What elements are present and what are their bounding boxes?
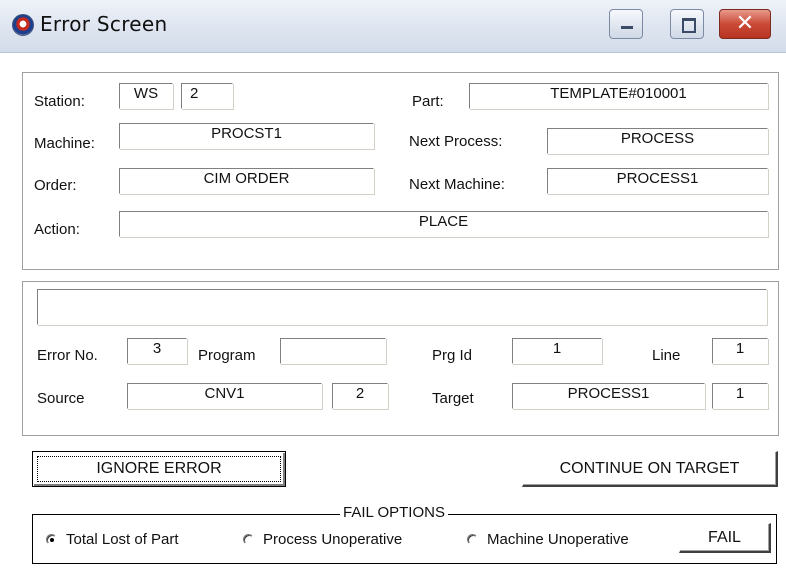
order-label: Order: xyxy=(34,177,77,194)
radio-unselected-icon xyxy=(243,534,254,545)
error-screen-window: Error Screen ✕ Station: WS 2 Machine: PR… xyxy=(0,0,786,584)
continue-on-target-button[interactable]: CONTINUE ON TARGET xyxy=(522,451,778,487)
machine-field: PROCST1 xyxy=(119,123,374,149)
station-code-field: WS xyxy=(119,83,173,109)
ignore-error-label: IGNORE ERROR xyxy=(96,460,222,477)
part-field: TEMPLATE#010001 xyxy=(469,83,768,109)
target-label: Target xyxy=(432,390,474,407)
radio-selected-icon xyxy=(46,534,57,545)
minimize-button[interactable] xyxy=(609,9,643,39)
error-no-label: Error No. xyxy=(37,347,98,364)
program-label: Program xyxy=(198,347,256,364)
part-label: Part: xyxy=(412,93,444,110)
app-logo-icon[interactable] xyxy=(12,14,34,36)
error-message-field xyxy=(37,289,767,325)
radio-unselected-icon xyxy=(467,534,478,545)
prg-id-label: Prg Id xyxy=(432,347,473,364)
radio-machine-unoperative[interactable]: Machine Unoperative xyxy=(467,531,629,548)
fail-label: FAIL xyxy=(708,529,741,546)
line-label: Line xyxy=(652,347,681,364)
program-field xyxy=(280,338,386,364)
target-field: PROCESS1 xyxy=(512,383,705,409)
target-number-field: 1 xyxy=(712,383,768,409)
fail-options-legend: FAIL OPTIONS xyxy=(340,504,448,521)
source-number-field: 2 xyxy=(332,383,388,409)
close-icon: ✕ xyxy=(735,11,755,36)
order-field: CIM ORDER xyxy=(119,168,374,194)
error-no-field: 3 xyxy=(127,338,187,364)
next-process-field: PROCESS xyxy=(547,128,768,154)
action-field: PLACE xyxy=(119,211,768,237)
radio-total-lost-of-part[interactable]: Total Lost of Part xyxy=(46,531,179,548)
fail-button[interactable]: FAIL xyxy=(679,523,771,553)
radio-label: Process Unoperative xyxy=(263,531,403,548)
continue-on-target-label: CONTINUE ON TARGET xyxy=(559,460,740,477)
source-field: CNV1 xyxy=(127,383,322,409)
radio-process-unoperative[interactable]: Process Unoperative xyxy=(243,531,402,548)
radio-label: Machine Unoperative xyxy=(487,531,629,548)
title-bar[interactable]: Error Screen ✕ xyxy=(0,0,786,53)
close-button[interactable]: ✕ xyxy=(719,9,771,39)
radio-label: Total Lost of Part xyxy=(66,531,179,548)
maximize-button[interactable] xyxy=(670,9,704,39)
window-title: Error Screen xyxy=(40,12,168,36)
next-machine-field: PROCESS1 xyxy=(547,168,768,194)
action-label: Action: xyxy=(34,221,80,238)
source-label: Source xyxy=(37,390,85,407)
line-field: 1 xyxy=(712,338,768,364)
prg-id-field: 1 xyxy=(512,338,602,364)
machine-label: Machine: xyxy=(34,135,95,152)
station-label: Station: xyxy=(34,93,85,110)
dialog-body: Station: WS 2 Machine: PROCST1 Order: CI… xyxy=(0,53,786,584)
next-process-label: Next Process: xyxy=(409,133,503,150)
ignore-error-button[interactable]: IGNORE ERROR xyxy=(32,451,286,487)
station-number-field: 2 xyxy=(181,83,233,109)
next-machine-label: Next Machine: xyxy=(409,176,505,193)
